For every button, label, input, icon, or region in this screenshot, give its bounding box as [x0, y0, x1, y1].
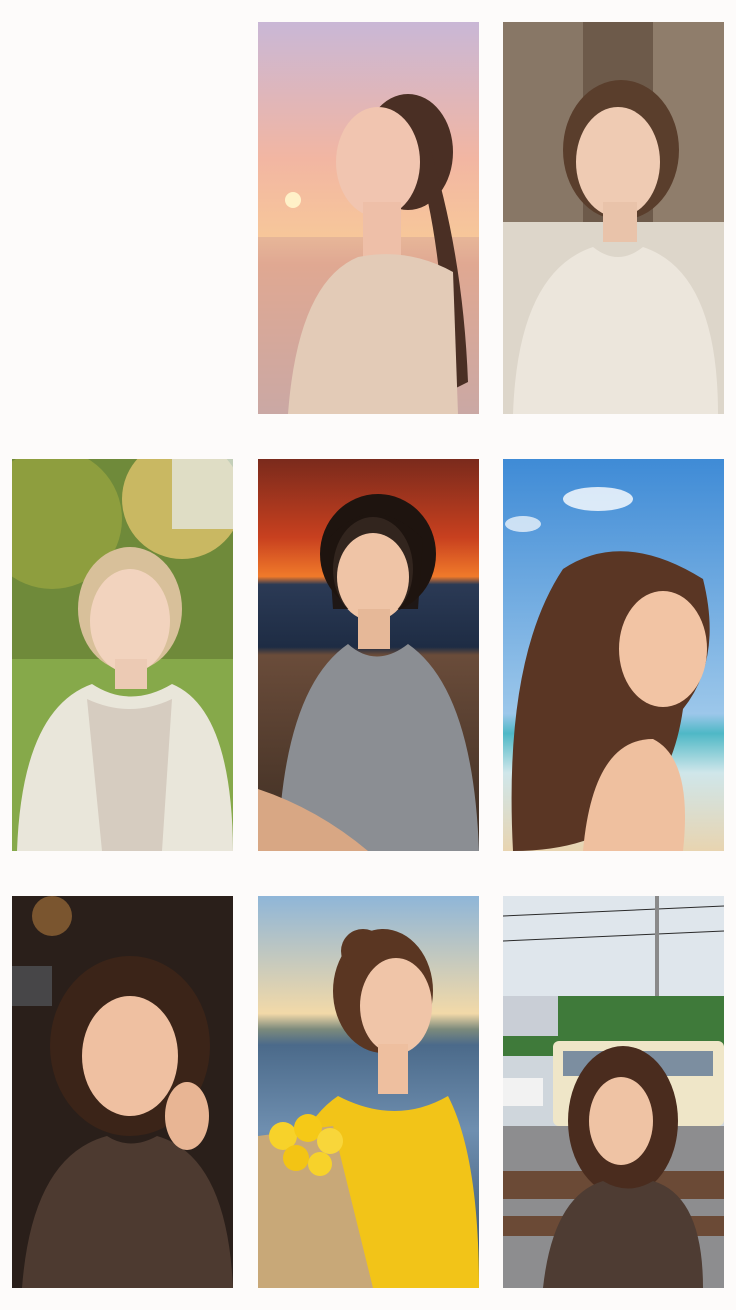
photo-city-bus-bench[interactable]	[503, 896, 724, 1288]
photo-sunset-sea-ponytail[interactable]	[258, 22, 479, 414]
photo-waterfront-yellow-flowers[interactable]	[258, 896, 479, 1288]
photo-indoor-cream-sweater[interactable]	[503, 22, 724, 414]
portrait-photo-icon	[258, 459, 479, 851]
photo-grid	[0, 0, 736, 1310]
photo-blue-sky-beach-long-hair[interactable]	[503, 459, 724, 851]
portrait-photo-icon	[12, 459, 233, 851]
portrait-photo-icon	[258, 896, 479, 1288]
portrait-photo-icon	[503, 459, 724, 851]
photo-dark-cafe-curly-hair[interactable]	[12, 896, 233, 1288]
portrait-photo-icon	[503, 22, 724, 414]
portrait-photo-icon	[12, 896, 233, 1288]
photo-beach-sunset-grey-sweater[interactable]	[258, 459, 479, 851]
empty-slot	[12, 22, 233, 414]
portrait-photo-icon	[503, 896, 724, 1288]
portrait-photo-icon	[258, 22, 479, 414]
photo-park-hoodie[interactable]	[12, 459, 233, 851]
